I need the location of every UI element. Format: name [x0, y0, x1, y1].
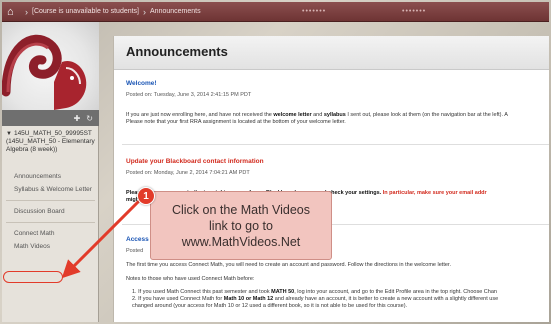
announcement-body: Notes to those who have used Connect Mat… [126, 276, 255, 282]
announcement-date: Posted on: Monday, June 2, 2014 7:04:21 … [126, 170, 250, 176]
sidebar-item-announcements[interactable]: Announcements [2, 170, 99, 183]
breadcrumb-separator-icon: › [25, 6, 28, 17]
sidebar-item-discussion-board[interactable]: Discussion Board [2, 205, 99, 218]
sidebar-item-syllabus[interactable]: Syllabus & Welcome Letter [2, 183, 99, 196]
callout-line: Click on the Math Videos [171, 202, 311, 217]
main-content: Announcements Welcome! Posted on: Tuesda… [113, 36, 549, 322]
breadcrumb-separator-icon: › [143, 6, 147, 17]
ram-mascot-icon [2, 34, 87, 110]
announcement-welcome: Welcome! Posted on: Tuesday, June 3, 201… [126, 80, 546, 126]
breadcrumb-current-page: Announcements [150, 8, 201, 15]
course-banner-image [2, 22, 99, 110]
course-title[interactable]: ▼ 145U_MATH_50_99995ST (145U_MATH_50 - El… [6, 130, 96, 154]
breadcrumb-course-link[interactable]: [Course is unavailable to students] [32, 8, 139, 15]
callout-line: link to go to [209, 218, 273, 233]
course-menu-list: Announcements Syllabus & Welcome Letter … [2, 170, 99, 253]
callout-line: www.MathVideos.Net [181, 234, 301, 249]
add-menu-item-icon[interactable]: ✚ [74, 114, 81, 123]
sidebar-item-connect-math[interactable]: Connect Math [2, 227, 99, 240]
collapse-caret-icon[interactable]: ▼ [6, 131, 12, 137]
announcement-title: Welcome! [126, 80, 157, 87]
decorative-dots: ••••••• [402, 8, 427, 15]
page-title: Announcements [126, 44, 228, 59]
menu-divider [6, 222, 95, 223]
step-number-badge: 1 [137, 187, 155, 205]
instruction-callout: Click on the Math Videos link to go to w… [150, 191, 332, 260]
top-navigation-bar: ⌂ › [Course is unavailable to students] … [2, 2, 549, 22]
math-videos-highlight [3, 271, 63, 283]
divider [122, 144, 549, 145]
menu-toolbar: ✚ ↻ [2, 110, 99, 126]
content-header: Announcements [114, 36, 549, 70]
decorative-dots: ••••••• [302, 8, 327, 15]
announcement-date: Posted on: Tuesday, June 3, 2014 2:41:15… [126, 92, 252, 98]
refresh-icon[interactable]: ↻ [86, 114, 93, 123]
menu-divider [6, 200, 95, 201]
sidebar-item-math-videos[interactable]: Math Videos [2, 240, 99, 253]
announcement-title: Update your Blackboard contact informati… [126, 158, 264, 165]
announcement-body: The first time you access Connect Math, … [126, 262, 451, 268]
announcement-list: 1. If you used Math Connect this past se… [132, 289, 499, 309]
home-icon[interactable]: ⌂ [7, 6, 21, 18]
announcement-body: If you are just now enrolling here, and … [126, 112, 508, 125]
